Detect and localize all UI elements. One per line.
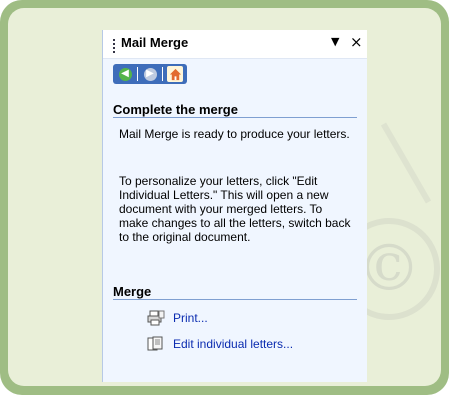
ready-message: Mail Merge is ready to produce your lett… [119,127,350,141]
heading-divider [113,117,357,118]
home-button[interactable] [166,65,184,83]
pane-titlebar: Mail Merge ▼ × [103,30,367,59]
home-icon [167,66,183,82]
heading-divider [113,299,357,300]
pane-menu-dropdown-icon[interactable]: ▼ [331,35,339,48]
print-label: Print... [173,311,208,325]
forward-button[interactable]: ▶ [141,65,159,83]
back-arrow-icon: ◀ [118,67,132,81]
edit-individual-letters-link[interactable]: Edit individual letters... [147,336,293,352]
personalize-instructions: To personalize your letters, click "Edit… [119,174,351,244]
drag-grip-icon[interactable] [113,39,115,53]
edit-letters-icon [147,336,163,351]
back-button[interactable]: ◀ [116,65,134,83]
mail-merge-task-pane: Mail Merge ▼ × ◀ ▶ Complete the merge Ma… [102,30,367,382]
inner-panel: © Mail Merge ▼ × ◀ ▶ Complete the merge … [8,8,441,386]
watermark-slash [380,122,432,204]
merge-heading: Merge [113,284,152,299]
printer-icon [147,310,165,326]
outer-frame: © Mail Merge ▼ × ◀ ▶ Complete the merge … [0,0,449,395]
close-icon[interactable]: × [350,33,363,51]
complete-merge-heading: Complete the merge [113,102,238,117]
pane-title: Mail Merge [121,35,189,50]
print-link[interactable]: Print... [147,310,208,326]
forward-arrow-icon: ▶ [143,67,157,81]
toolbar-separator [137,67,138,81]
edit-letters-label: Edit individual letters... [173,337,294,351]
navigation-toolbar: ◀ ▶ [113,64,187,84]
toolbar-separator [162,67,163,81]
